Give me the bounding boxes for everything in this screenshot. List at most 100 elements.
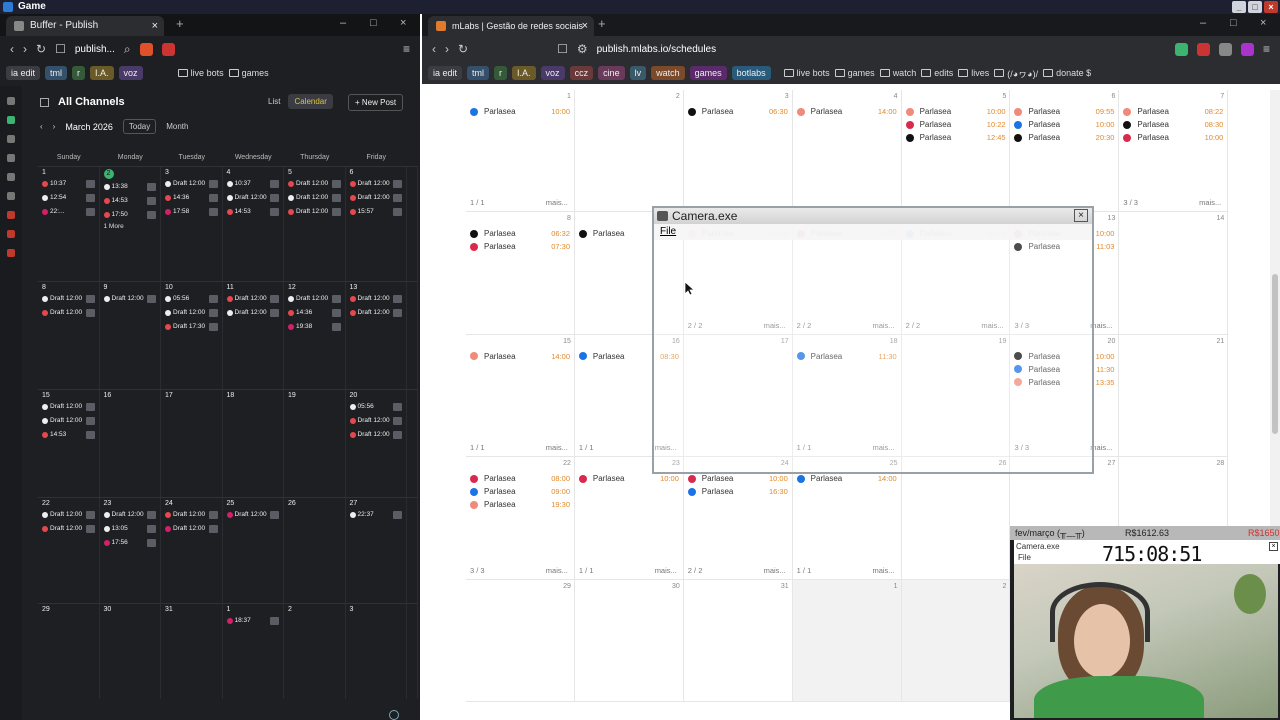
brave-icon[interactable] <box>139 42 153 56</box>
bookmark[interactable]: I.A. <box>512 66 536 80</box>
minimize-icon[interactable]: – <box>340 17 346 29</box>
post-item[interactable]: 10:37 <box>226 178 279 189</box>
calendar-day[interactable]: 1 <box>792 579 902 702</box>
post-item[interactable]: Draft 12:00 <box>42 401 95 412</box>
calendar-day[interactable]: 4 10:37 Draft 12:00 14:53 <box>223 167 284 281</box>
maximize-icon[interactable]: □ <box>1230 17 1237 29</box>
scheduled-post[interactable]: Parlasea 10:00 <box>687 473 788 484</box>
back-icon[interactable]: ‹ <box>432 42 436 56</box>
more-link[interactable]: mais... <box>655 566 677 575</box>
menu-icon[interactable]: ≡ <box>1263 42 1270 56</box>
close-icon[interactable]: × <box>1074 209 1088 222</box>
extension-icon[interactable] <box>161 42 175 56</box>
calendar-day[interactable]: 26 <box>284 498 346 603</box>
calendar-day[interactable]: 21 <box>1119 334 1229 458</box>
scheduled-post[interactable]: Parlasea 19:30 <box>470 499 570 510</box>
post-item[interactable]: 14:53 <box>42 429 95 440</box>
post-item[interactable]: Draft 12:00 <box>226 307 279 318</box>
calendar-day[interactable]: 29 <box>38 604 100 699</box>
scheduled-post[interactable]: Parlasea 09:00 <box>470 486 570 497</box>
post-item[interactable]: Draft 12:00 <box>42 509 95 520</box>
close-tab-icon[interactable]: × <box>582 16 588 36</box>
bookmark[interactable]: botlabs <box>731 66 771 80</box>
menu-icon[interactable]: ≡ <box>403 42 410 56</box>
help-icon[interactable] <box>389 710 399 720</box>
calendar-day[interactable]: 23 Draft 12:00 13:05 17:56 <box>100 498 161 603</box>
post-item[interactable]: Draft 12:00 <box>103 509 156 520</box>
post-item[interactable]: 17:56 <box>103 537 156 548</box>
calendar-day[interactable]: 2 <box>284 604 346 699</box>
bookmark-folder[interactable]: edits <box>921 68 953 78</box>
post-item[interactable]: Draft 12:00 <box>226 293 279 304</box>
list-view-button[interactable]: List <box>262 94 286 109</box>
bookmark[interactable]: voz <box>540 66 565 80</box>
post-item[interactable]: Draft 12:00 <box>42 523 95 534</box>
calendar-day[interactable]: 15 Draft 12:00 Draft 12:00 14:53 <box>38 390 100 497</box>
bookmark[interactable]: cine <box>598 66 625 80</box>
calendar-day[interactable]: 1 Parlasea 10:00 1 / 1 mais... <box>466 90 575 213</box>
calendar-day[interactable]: 5 Parlasea 10:00 Parlasea 10:22 Parlasea 12:45 <box>901 90 1011 213</box>
close-window-icon[interactable]: × <box>400 17 406 29</box>
minimize-icon[interactable]: _ <box>1232 1 1246 13</box>
scheduled-post[interactable]: Parlasea 07:30 <box>470 241 570 252</box>
window-controls[interactable]: _ □ × <box>1232 1 1278 13</box>
post-item[interactable]: 14:36 <box>165 192 218 203</box>
bookmark[interactable]: ia edit <box>428 66 463 80</box>
view-select[interactable]: Month <box>166 122 188 131</box>
bookmark-folder[interactable]: (/◕ヮ◕)/ <box>994 67 1038 80</box>
post-item[interactable]: Draft 12:00 <box>42 307 95 318</box>
bookmark-icon[interactable]: ☐ <box>557 42 568 56</box>
site-info-icon[interactable]: ⚙ <box>577 42 588 56</box>
calendar-day[interactable]: 27 22:37 <box>346 498 407 603</box>
post-item[interactable]: 05:56 <box>165 293 218 304</box>
bookmark[interactable]: watch <box>651 66 685 80</box>
sidebar-icon[interactable] <box>7 97 15 105</box>
post-item[interactable]: Draft 12:00 <box>288 192 341 203</box>
scheduled-post[interactable]: Parlasea 16:30 <box>687 486 788 497</box>
calendar-day[interactable]: 3 <box>346 604 407 699</box>
post-item[interactable]: Draft 12:00 <box>165 307 218 318</box>
calendar-day[interactable]: 3 Draft 12:00 14:36 17:58 <box>161 167 223 281</box>
calendar-day[interactable]: 16 <box>100 390 161 497</box>
calendar-day[interactable]: 24 Draft 12:00 Draft 12:00 <box>161 498 223 603</box>
next-icon[interactable]: › <box>53 122 56 131</box>
post-item[interactable]: Draft 12:00 <box>349 429 402 440</box>
calendar-day[interactable]: 12 Draft 12:00 14:36 19:38 <box>284 282 346 389</box>
scheduled-post[interactable]: Parlasea 10:00 <box>905 106 1006 117</box>
bookmark-folder[interactable]: donate $ <box>1043 68 1091 78</box>
scheduled-post[interactable]: Parlasea 08:30 <box>1123 119 1223 130</box>
today-button[interactable]: Today <box>122 119 157 134</box>
new-tab-icon[interactable]: + <box>176 16 184 31</box>
bookmark[interactable]: I.A. <box>90 66 114 80</box>
post-item[interactable]: 17:50 <box>103 209 156 220</box>
bookmark[interactable]: r <box>494 66 508 80</box>
calendar-day[interactable]: 6 Draft 12:00 Draft 12:00 15:57 <box>346 167 407 281</box>
calendar-day[interactable]: 4 Parlasea 14:00 <box>792 90 902 213</box>
tab-mlabs[interactable]: mLabs | Gestão de redes sociais × <box>428 16 594 36</box>
post-item[interactable]: Draft 17:30 <box>165 321 218 332</box>
post-item[interactable]: 12:54 <box>42 192 95 203</box>
post-item[interactable]: Draft 12:00 <box>42 293 95 304</box>
add-icon[interactable] <box>7 116 15 124</box>
calendar-day[interactable]: 14 <box>1119 212 1229 335</box>
bookmark[interactable]: ia edit <box>6 66 41 80</box>
close-icon[interactable]: × <box>1264 1 1278 13</box>
sidebar-icon[interactable] <box>7 135 15 143</box>
calendar-day[interactable]: 3 Parlasea 06:30 <box>683 90 793 213</box>
brave-icon[interactable] <box>1153 43 1166 56</box>
calendar-day[interactable]: 29 <box>466 579 575 702</box>
calendar-day[interactable]: 31 <box>683 579 793 702</box>
bookmark-folder[interactable]: live bots <box>783 68 830 78</box>
scheduled-post[interactable]: Parlasea 08:00 <box>470 473 570 484</box>
minimize-icon[interactable]: – <box>1200 17 1206 29</box>
maximize-icon[interactable]: □ <box>1248 1 1262 13</box>
extension-icon[interactable] <box>1218 42 1232 56</box>
more-link[interactable]: mais... <box>546 566 568 575</box>
post-item[interactable]: 13:05 <box>103 523 156 534</box>
bookmark-folder[interactable]: lives <box>958 68 989 78</box>
channel-avatar[interactable] <box>7 249 15 257</box>
close-tab-icon[interactable]: × <box>152 16 158 36</box>
post-item[interactable]: Draft 12:00 <box>349 307 402 318</box>
post-item[interactable]: 13:38 <box>103 181 156 192</box>
scheduled-post[interactable]: Parlasea 14:00 <box>796 473 897 484</box>
